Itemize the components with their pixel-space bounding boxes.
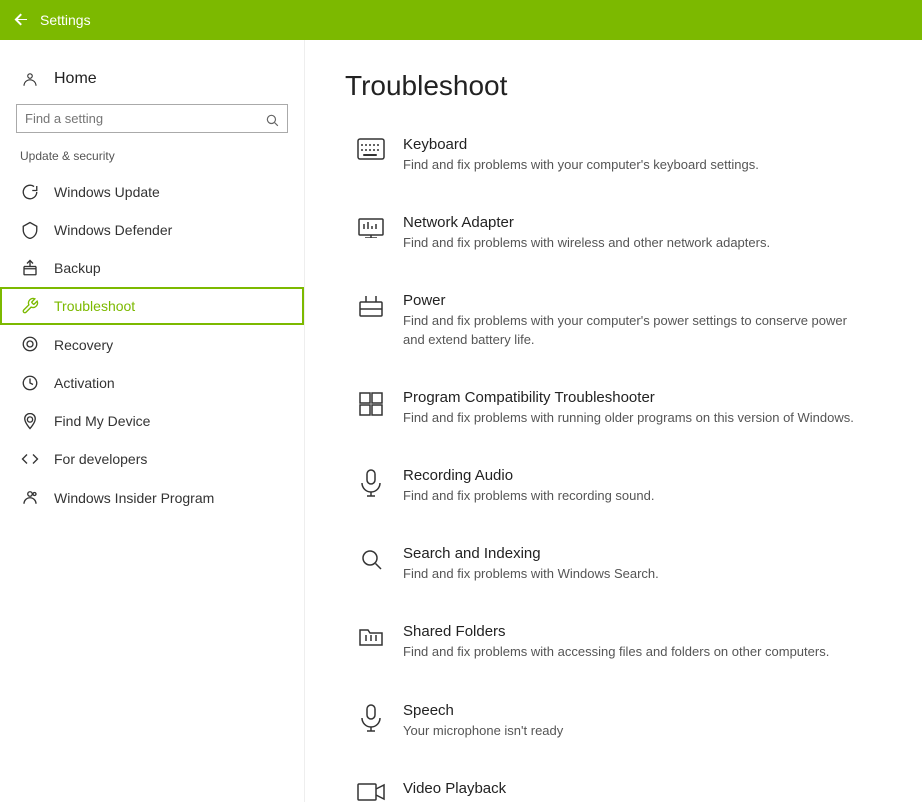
keyboard-icon xyxy=(355,138,387,160)
sidebar-item-label: Windows Defender xyxy=(54,222,172,238)
home-label: Home xyxy=(54,70,97,88)
activation-icon xyxy=(20,374,40,392)
sidebar-item-label: Backup xyxy=(54,260,101,276)
power-desc: Find and fix problems with your computer… xyxy=(403,312,872,348)
search-box[interactable] xyxy=(16,104,288,132)
sidebar-item-for-developers[interactable]: For developers xyxy=(0,440,304,478)
keyboard-text: Keyboard Find and fix problems with your… xyxy=(403,136,759,174)
keyboard-desc: Find and fix problems with your computer… xyxy=(403,156,759,174)
sidebar: Home Update & security Windows Update xyxy=(0,40,305,802)
developers-icon xyxy=(20,450,40,468)
search-desc: Find and fix problems with Windows Searc… xyxy=(403,565,659,583)
content-area: Troubleshoot xyxy=(305,40,922,802)
shared-desc: Find and fix problems with accessing fil… xyxy=(403,643,829,661)
sidebar-item-find-my-device[interactable]: Find My Device xyxy=(0,402,304,440)
recording-title: Recording Audio xyxy=(403,467,654,484)
title-bar: Settings xyxy=(0,0,922,40)
sidebar-item-label: Recovery xyxy=(54,337,113,353)
sidebar-item-label: Windows Insider Program xyxy=(54,490,214,506)
recording-desc: Find and fix problems with recording sou… xyxy=(403,487,654,505)
sidebar-item-windows-insider[interactable]: Windows Insider Program xyxy=(0,478,304,516)
page-title: Troubleshoot xyxy=(345,70,882,102)
keyboard-title: Keyboard xyxy=(403,136,759,153)
recording-text: Recording Audio Find and fix problems wi… xyxy=(403,467,654,505)
sidebar-item-troubleshoot[interactable]: Troubleshoot xyxy=(0,287,304,325)
troubleshoot-item-power[interactable]: Power Find and fix problems with your co… xyxy=(345,282,882,358)
folder-icon xyxy=(355,625,387,647)
troubleshoot-item-recording[interactable]: Recording Audio Find and fix problems wi… xyxy=(345,457,882,515)
search-input[interactable] xyxy=(25,111,265,126)
sidebar-item-label: For developers xyxy=(54,451,147,467)
troubleshoot-item-network[interactable]: Network Adapter Find and fix problems wi… xyxy=(345,204,882,262)
power-icon xyxy=(355,294,387,320)
sidebar-item-windows-defender[interactable]: Windows Defender xyxy=(0,211,304,249)
recovery-icon xyxy=(20,335,40,353)
search-text: Search and Indexing Find and fix problem… xyxy=(403,545,659,583)
network-icon xyxy=(355,216,387,238)
speech-icon xyxy=(355,704,387,732)
program-text: Program Compatibility Troubleshooter Fin… xyxy=(403,389,854,427)
shared-title: Shared Folders xyxy=(403,623,829,640)
troubleshoot-item-shared-folders[interactable]: Shared Folders Find and fix problems wit… xyxy=(345,613,882,671)
sidebar-item-label: Troubleshoot xyxy=(54,298,135,314)
main-layout: Home Update & security Windows Update xyxy=(0,40,922,802)
program-title: Program Compatibility Troubleshooter xyxy=(403,389,854,406)
sidebar-item-home[interactable]: Home xyxy=(0,60,304,104)
insider-icon xyxy=(20,488,40,506)
windows-update-icon xyxy=(20,183,40,201)
network-desc: Find and fix problems with wireless and … xyxy=(403,234,770,252)
video-title: Video Playback xyxy=(403,780,742,797)
mic-icon xyxy=(355,469,387,497)
sidebar-item-label: Windows Update xyxy=(54,184,160,200)
sidebar-item-activation[interactable]: Activation xyxy=(0,364,304,402)
network-text: Network Adapter Find and fix problems wi… xyxy=(403,214,770,252)
sidebar-item-recovery[interactable]: Recovery xyxy=(0,325,304,363)
search-title: Search and Indexing xyxy=(403,545,659,562)
troubleshoot-item-video[interactable]: Video Playback Find and fix problems pla… xyxy=(345,770,882,802)
troubleshoot-item-search[interactable]: Search and Indexing Find and fix problem… xyxy=(345,535,882,593)
video-icon xyxy=(355,782,387,802)
defender-icon xyxy=(20,221,40,239)
power-title: Power xyxy=(403,292,872,309)
sidebar-item-label: Activation xyxy=(54,375,115,391)
sidebar-item-backup[interactable]: Backup xyxy=(0,249,304,287)
find-icon xyxy=(20,412,40,430)
sidebar-item-label: Find My Device xyxy=(54,413,150,429)
video-text: Video Playback Find and fix problems pla… xyxy=(403,780,742,802)
speech-desc: Your microphone isn't ready xyxy=(403,722,563,740)
network-title: Network Adapter xyxy=(403,214,770,231)
shared-text: Shared Folders Find and fix problems wit… xyxy=(403,623,829,661)
home-icon xyxy=(20,70,40,88)
troubleshoot-icon xyxy=(20,297,40,315)
search2-icon xyxy=(355,547,387,571)
back-button[interactable] xyxy=(12,11,30,29)
title-bar-label: Settings xyxy=(40,12,91,28)
search-icon[interactable] xyxy=(265,110,279,126)
speech-text: Speech Your microphone isn't ready xyxy=(403,702,563,740)
speech-title: Speech xyxy=(403,702,563,719)
program-desc: Find and fix problems with running older… xyxy=(403,409,854,427)
troubleshoot-item-program-compat[interactable]: Program Compatibility Troubleshooter Fin… xyxy=(345,379,882,437)
power-text: Power Find and fix problems with your co… xyxy=(403,292,872,348)
backup-icon xyxy=(20,259,40,277)
troubleshoot-item-keyboard[interactable]: Keyboard Find and fix problems with your… xyxy=(345,126,882,184)
sidebar-section-label: Update & security xyxy=(0,149,304,173)
sidebar-item-windows-update[interactable]: Windows Update xyxy=(0,173,304,211)
program-icon xyxy=(355,391,387,417)
troubleshoot-item-speech[interactable]: Speech Your microphone isn't ready xyxy=(345,692,882,750)
